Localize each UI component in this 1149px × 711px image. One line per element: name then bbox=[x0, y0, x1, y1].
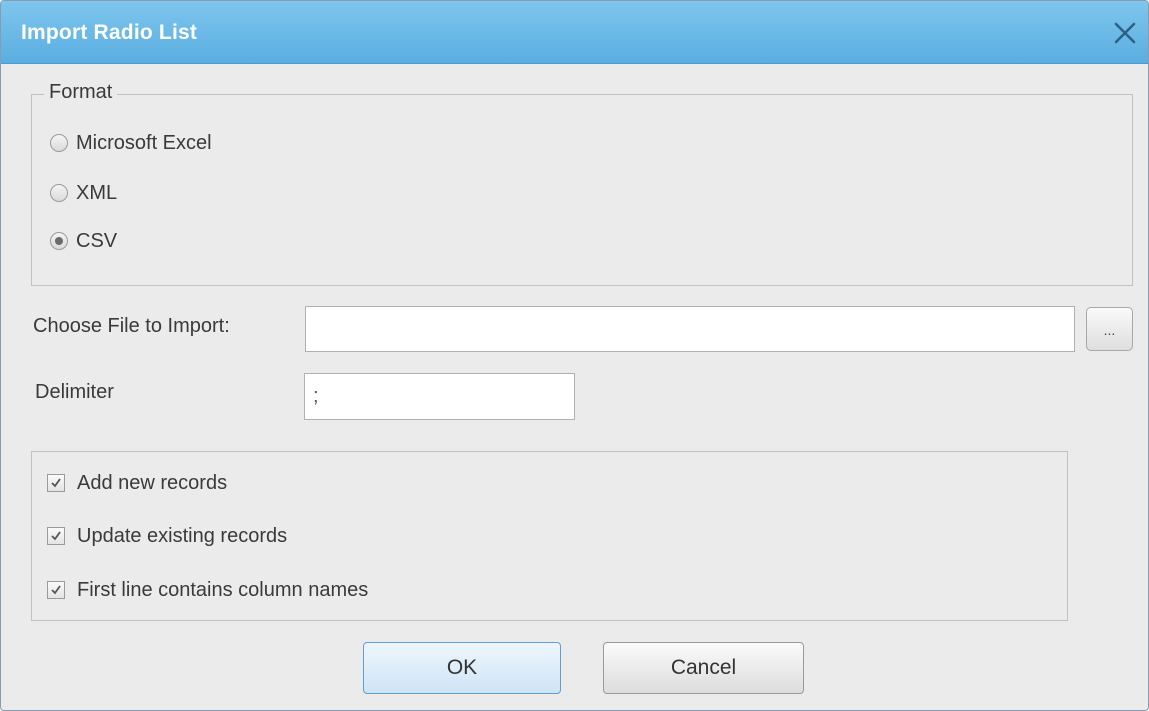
radio-label: XML bbox=[76, 181, 118, 204]
checkmark-icon bbox=[51, 585, 61, 595]
radio-button[interactable] bbox=[50, 232, 68, 250]
dialog-title: Import Radio List bbox=[21, 21, 198, 44]
cancel-button[interactable]: Cancel bbox=[603, 642, 804, 694]
checkbox[interactable] bbox=[47, 581, 65, 599]
title-bar: Import Radio List bbox=[1, 1, 1148, 64]
checkbox-label: First line contains column names bbox=[77, 578, 369, 601]
radio-button[interactable] bbox=[50, 134, 68, 152]
checkbox-first-line-column-names[interactable]: First line contains column names bbox=[47, 575, 368, 605]
radio-label: CSV bbox=[76, 229, 118, 252]
format-group: Format Microsoft Excel XML CSV bbox=[31, 81, 1133, 286]
format-legend: Format bbox=[44, 81, 118, 104]
radio-label: Microsoft Excel bbox=[76, 131, 212, 154]
file-path-input[interactable] bbox=[305, 306, 1075, 352]
import-options-group: Add new records Update existing records … bbox=[31, 451, 1068, 621]
checkbox[interactable] bbox=[47, 527, 65, 545]
radio-csv[interactable]: CSV bbox=[50, 226, 117, 256]
choose-file-label: Choose File to Import: bbox=[33, 315, 230, 337]
browse-button[interactable]: ... bbox=[1086, 307, 1133, 351]
checkbox-label: Add new records bbox=[77, 471, 228, 494]
delimiter-label: Delimiter bbox=[35, 381, 114, 403]
delimiter-input[interactable] bbox=[304, 373, 575, 420]
checkbox-add-new-records[interactable]: Add new records bbox=[47, 468, 227, 498]
import-radio-list-dialog: Import Radio List Format Microsoft Excel… bbox=[0, 0, 1149, 711]
radio-xml[interactable]: XML bbox=[50, 178, 117, 208]
close-icon bbox=[1114, 22, 1136, 44]
close-button[interactable] bbox=[1110, 18, 1140, 48]
checkbox-label: Update existing records bbox=[77, 524, 288, 547]
radio-microsoft-excel[interactable]: Microsoft Excel bbox=[50, 128, 212, 158]
checkbox[interactable] bbox=[47, 474, 65, 492]
checkmark-icon bbox=[51, 478, 61, 488]
radio-button[interactable] bbox=[50, 184, 68, 202]
ok-button[interactable]: OK bbox=[363, 642, 561, 694]
checkbox-update-existing-records[interactable]: Update existing records bbox=[47, 521, 287, 551]
checkmark-icon bbox=[51, 531, 61, 541]
